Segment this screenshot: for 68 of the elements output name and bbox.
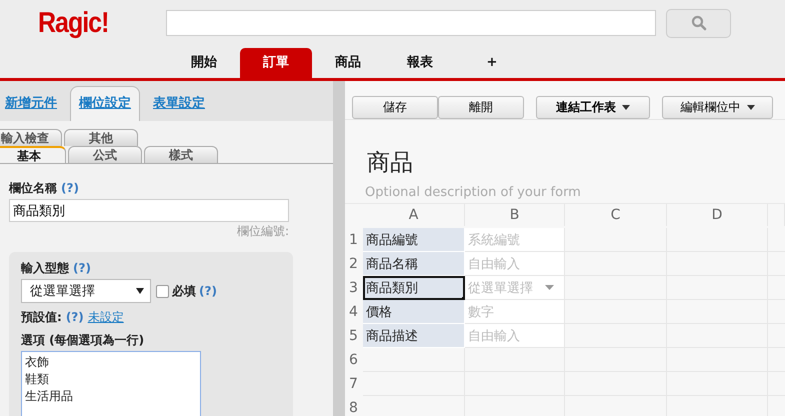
toolbar-button[interactable]: 儲存 bbox=[352, 96, 438, 119]
row-number: 6 bbox=[348, 351, 359, 370]
nav-tab[interactable]: 訂單 bbox=[240, 48, 312, 78]
nav-tab[interactable]: + bbox=[456, 48, 528, 78]
default-value-link[interactable]: 未設定 bbox=[88, 309, 124, 326]
search-field[interactable] bbox=[166, 10, 656, 36]
nav-tab[interactable]: 商品 bbox=[312, 48, 384, 78]
sheet-cell[interactable] bbox=[465, 348, 565, 372]
help-link[interactable]: (?) bbox=[61, 181, 79, 195]
sub-tab[interactable]: 其他 bbox=[64, 129, 138, 146]
scrollbar[interactable] bbox=[333, 81, 345, 416]
field-label: 選項 (每個選項為一行) bbox=[21, 332, 144, 349]
row-number: 2 bbox=[348, 255, 359, 274]
option-line: 鞋類 bbox=[25, 371, 49, 388]
row-number: 1 bbox=[348, 231, 359, 250]
sheet-cell[interactable] bbox=[565, 228, 667, 252]
row-number: 3 bbox=[348, 279, 359, 298]
row-number: 7 bbox=[348, 375, 359, 394]
sheet-cell[interactable] bbox=[565, 276, 667, 300]
sheet-cell[interactable] bbox=[363, 348, 465, 372]
nav-tab[interactable]: 開始 bbox=[168, 48, 240, 78]
column-header: B bbox=[465, 204, 565, 226]
help-link[interactable]: (?) bbox=[199, 284, 217, 298]
column-header: A bbox=[363, 204, 465, 226]
sheet-cell[interactable] bbox=[565, 348, 667, 372]
panel-tab[interactable]: 欄位設定 bbox=[70, 86, 140, 121]
help-link[interactable]: (?) bbox=[73, 261, 91, 275]
field-name-cell[interactable]: 商品描述 bbox=[363, 324, 465, 348]
field-label: 欄位名稱 bbox=[9, 180, 57, 197]
search-button[interactable] bbox=[666, 8, 731, 38]
column-header: C bbox=[565, 204, 667, 226]
name-field[interactable]: 商品類別 bbox=[9, 199, 289, 222]
sub-tab[interactable]: 公式 bbox=[68, 146, 142, 163]
field-name-cell[interactable]: 商品編號 bbox=[363, 228, 465, 252]
option-line: 生活用品 bbox=[25, 388, 73, 405]
sheet-cell[interactable] bbox=[565, 324, 667, 348]
toolbar-button[interactable]: 編輯欄位中 bbox=[662, 96, 773, 119]
sheet-cell[interactable] bbox=[565, 300, 667, 324]
row-number: 8 bbox=[348, 399, 359, 416]
help-link[interactable]: (?) bbox=[66, 310, 84, 324]
field-name-cell[interactable]: 價格 bbox=[363, 300, 465, 324]
sheet-cell[interactable] bbox=[565, 252, 667, 276]
field-label: 預設值: bbox=[21, 309, 62, 326]
field-id-label: 欄位編號: bbox=[236, 223, 289, 240]
dropdown-arrow-icon bbox=[545, 285, 554, 290]
form-title[interactable]: 商品 bbox=[367, 148, 785, 178]
panel-tab[interactable]: 表單設定 bbox=[144, 86, 214, 121]
field-name-cell[interactable]: 商品名稱 bbox=[363, 252, 465, 276]
option-line: 衣飾 bbox=[25, 354, 49, 371]
options-field[interactable]: 衣飾 鞋類 生活用品 bbox=[21, 351, 201, 416]
search-icon bbox=[690, 15, 706, 31]
type-dropdown[interactable]: 從選單選擇 bbox=[21, 279, 151, 303]
nav-tab[interactable]: 報表 bbox=[384, 48, 456, 78]
field-name-cell[interactable]: 商品類別 bbox=[363, 276, 465, 300]
field-label: 輸入型態 bbox=[21, 260, 69, 277]
toolbar-button[interactable]: 連結工作表 bbox=[536, 96, 650, 119]
column-header: D bbox=[667, 204, 768, 226]
dropdown-arrow-icon bbox=[136, 288, 144, 294]
required-checkbox[interactable] bbox=[156, 284, 169, 298]
sub-tab[interactable]: 基本 bbox=[0, 146, 66, 163]
panel-tab[interactable]: 新增元件 bbox=[0, 86, 66, 121]
logo[interactable]: Ragic! bbox=[38, 6, 166, 40]
sub-tab[interactable]: 樣式 bbox=[144, 146, 218, 163]
row-number: 4 bbox=[348, 303, 359, 322]
checkbox-label: 必填 bbox=[172, 282, 196, 300]
sub-tab[interactable]: 輸入檢查 bbox=[0, 129, 62, 146]
row-number: 5 bbox=[348, 327, 359, 346]
toolbar-button[interactable]: 離開 bbox=[438, 96, 524, 119]
